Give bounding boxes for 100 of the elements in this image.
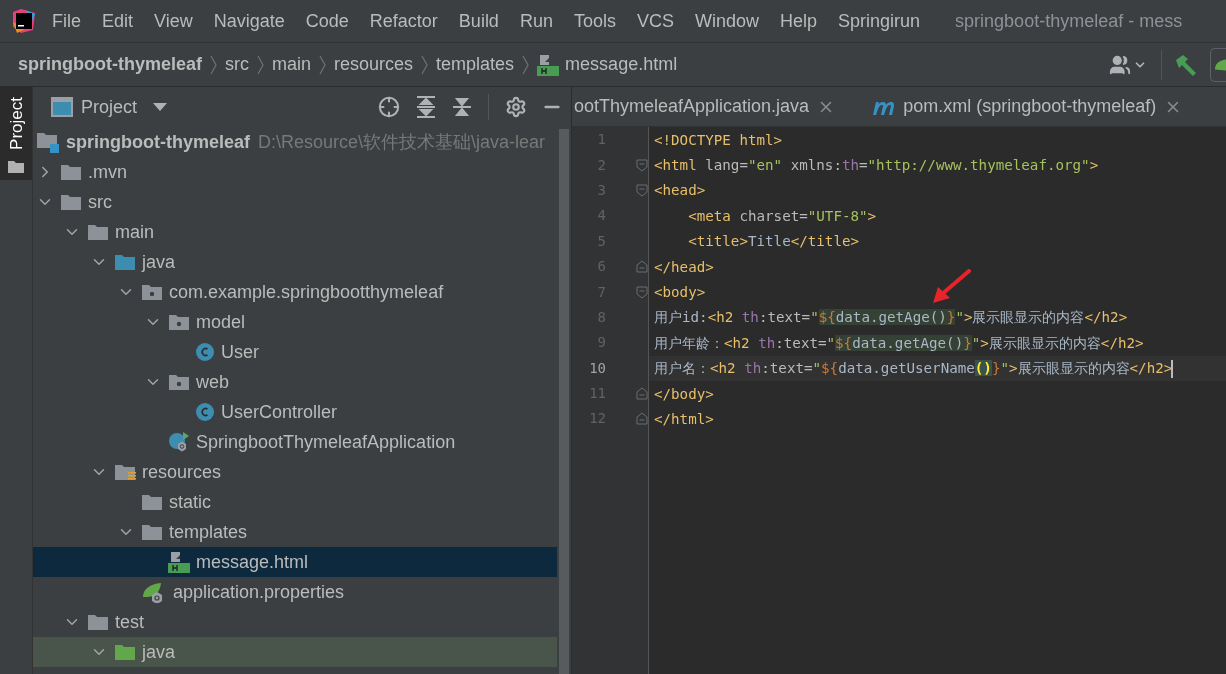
folder-icon <box>87 613 109 631</box>
dropdown-caret-icon[interactable] <box>153 103 168 111</box>
html-file-icon <box>537 53 560 76</box>
menu-item[interactable]: Run <box>519 7 553 35</box>
tree-row[interactable]: static <box>33 487 557 517</box>
tree-row[interactable]: web <box>33 367 557 397</box>
tree-label: springboot-thymeleaf <box>66 130 250 154</box>
tree-row[interactable]: java <box>33 247 557 277</box>
tree-row[interactable]: application.properties <box>33 577 557 607</box>
fold-marker-icon[interactable] <box>636 183 648 197</box>
leaf-icon <box>1214 57 1226 72</box>
tree-row[interactable]: java <box>33 637 557 667</box>
fold-marker-icon[interactable] <box>636 412 648 426</box>
module-folder-icon <box>36 131 60 153</box>
expand-all-icon[interactable] <box>416 96 436 118</box>
menu-item[interactable]: Help <box>780 7 818 35</box>
breadcrumb-item[interactable]: templates <box>436 51 515 78</box>
settings-icon[interactable] <box>505 96 527 118</box>
project-tool-tab[interactable]: Project <box>0 87 32 180</box>
menu-item[interactable]: Window <box>694 7 759 35</box>
fold-marker-icon[interactable] <box>636 158 648 172</box>
editor-tab[interactable]: ootThymeleafApplication.java <box>572 87 846 126</box>
tree-row[interactable]: model <box>33 307 557 337</box>
code-line: <html lang="en" xmlns:th="http://www.thymeleaf.org"> <box>654 156 1099 176</box>
account-dropdown[interactable] <box>1109 53 1147 76</box>
menu-item[interactable]: Build <box>458 7 499 35</box>
menu-item[interactable]: Refactor <box>369 7 438 35</box>
tree-label: .mvn <box>88 160 127 184</box>
code-line: </html> <box>654 410 714 429</box>
tree-label: java <box>142 640 176 664</box>
tree-row[interactable]: main <box>33 217 557 247</box>
menu-item[interactable]: Navigate <box>213 7 285 35</box>
tree-row[interactable]: com.example.springbootthymeleaf <box>33 277 557 307</box>
breadcrumb-item[interactable]: resources <box>334 51 414 78</box>
tree-label: application.properties <box>173 580 345 604</box>
menu-item[interactable]: Tools <box>573 7 616 35</box>
breadcrumb-item[interactable]: src <box>225 51 249 78</box>
breadcrumb-separator-icon <box>257 54 264 75</box>
tab-label: ootThymeleafApplication.java <box>574 95 810 118</box>
code-line: </body> <box>654 384 714 404</box>
run-config-button[interactable] <box>1210 47 1226 82</box>
menu-item[interactable]: Edit <box>102 7 134 35</box>
package-icon <box>141 283 163 301</box>
tree-label: test <box>115 610 144 634</box>
tree-label: model <box>196 310 246 334</box>
breadcrumb-separator-icon <box>319 54 327 75</box>
fold-marker-icon[interactable] <box>636 285 648 299</box>
package-icon <box>168 373 190 391</box>
editor-tab[interactable]: pom.xml (springboot-thymeleaf) <box>859 87 1193 126</box>
fold-marker-icon[interactable] <box>636 387 648 401</box>
scrollbar[interactable] <box>559 129 569 674</box>
tree-label: templates <box>169 520 248 544</box>
tree-row[interactable]: message.html <box>33 547 557 577</box>
breadcrumb-item[interactable]: message.html <box>565 51 678 78</box>
tree-label: message.html <box>196 550 309 574</box>
tree-row[interactable]: test <box>33 607 557 637</box>
code-line: <meta charset="UTF-8"> <box>687 206 877 226</box>
folder-icon <box>87 223 109 241</box>
class-icon <box>195 342 215 362</box>
breadcrumb-item[interactable]: main <box>272 51 312 78</box>
tree-row[interactable]: src <box>33 187 557 217</box>
breadcrumb-separator-icon <box>421 54 429 75</box>
tree-label: SpringbootThymeleafApplication <box>196 430 456 454</box>
tree-row[interactable]: resources <box>33 457 557 487</box>
folder-icon <box>60 193 82 211</box>
menu-item[interactable]: View <box>154 7 193 35</box>
tree-row[interactable]: SpringbootThymeleafApplication <box>33 427 557 457</box>
spring-class-icon <box>168 431 190 453</box>
resources-folder-icon <box>114 463 136 481</box>
panel-title[interactable]: Project <box>81 93 138 121</box>
collapse-all-icon[interactable] <box>452 96 472 118</box>
tab-label: pom.xml (springboot-thymeleaf) <box>903 95 1157 118</box>
tree-row[interactable]: .mvn <box>33 157 557 187</box>
breadcrumb-separator-icon <box>522 54 530 75</box>
tree-label: User <box>221 340 259 364</box>
menu-item[interactable]: Code <box>305 7 349 35</box>
tree-label: UserController <box>221 400 338 424</box>
window-icon <box>51 97 73 117</box>
users-icon <box>1109 53 1131 76</box>
fold-marker-icon[interactable] <box>636 260 648 274</box>
menu-item[interactable]: File <box>52 7 81 35</box>
tree-label: java <box>142 250 176 274</box>
package-icon <box>168 313 190 331</box>
tree-label: main <box>115 220 154 244</box>
breadcrumb-item[interactable]: springboot-thymeleaf <box>18 51 202 78</box>
window-title: springboot-thymeleaf - mess <box>955 9 1183 33</box>
tree-row[interactable]: templates <box>33 517 557 547</box>
breadcrumb-separator-icon <box>210 54 217 75</box>
tree-row[interactable]: User <box>33 337 557 367</box>
tree-row[interactable]: springboot-thymeleaf D:\Resource\软件技术基础\java-lear <box>33 127 557 157</box>
code-line: 用户id:<h2 th:text="${data.getAge()}">展示眼显示的内容</h2> <box>654 308 1128 328</box>
tree-row[interactable]: UserController <box>33 397 557 427</box>
menu-item[interactable]: VCS <box>636 7 674 35</box>
line-number: 10 <box>588 358 606 378</box>
locate-icon[interactable] <box>378 96 400 118</box>
class-icon <box>195 402 215 422</box>
code-line: 用户年龄：<h2 th:text="${data.getAge()}">展示眼显示的内容</h2> <box>654 333 1144 353</box>
code-line: <title>Title</title> <box>687 232 860 252</box>
module-path: D:\Resource\软件技术基础\java-lear <box>258 130 546 154</box>
menu-item[interactable]: Springirun <box>838 7 921 35</box>
